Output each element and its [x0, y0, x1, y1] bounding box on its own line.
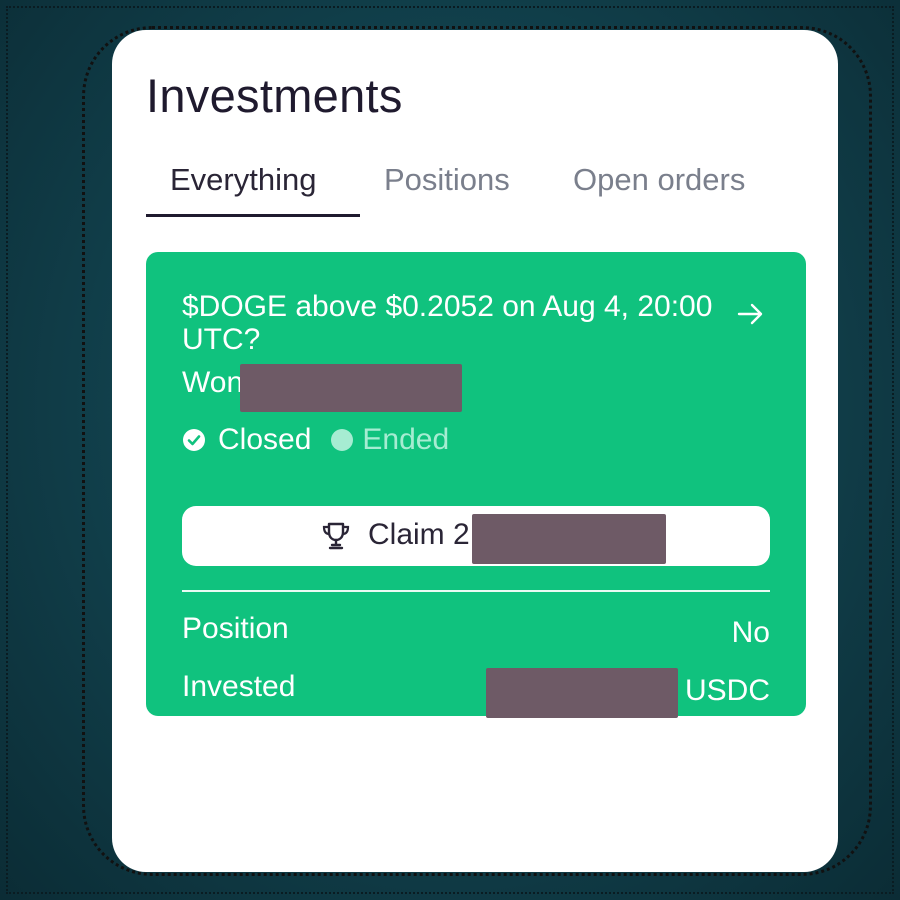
- market-question: $DOGE above $0.2052 on Aug 4, 20:00 UTC?: [182, 290, 713, 356]
- claim-label: Claim 2: [368, 518, 470, 551]
- check-circle-icon: [183, 429, 205, 451]
- closed-status: Closed: [218, 423, 312, 456]
- active-tab-underline: [146, 214, 360, 217]
- position-value: No: [731, 616, 770, 649]
- status-row: Closed Ended: [182, 420, 449, 460]
- ended-status: Ended: [362, 423, 450, 456]
- invested-unit: USDC: [684, 674, 770, 707]
- redaction-invested: [486, 668, 678, 718]
- trophy-icon: [322, 522, 350, 550]
- position-label: Position: [182, 612, 289, 645]
- tab-everything[interactable]: Everything: [170, 162, 316, 212]
- arrow-right-icon[interactable]: [736, 302, 766, 326]
- redaction-won: [240, 364, 462, 412]
- ended-dot-icon: [331, 429, 354, 451]
- tab-bar: Everything Positions Open orders: [146, 162, 806, 222]
- page-title: Investments: [146, 69, 403, 122]
- investment-card[interactable]: $DOGE above $0.2052 on Aug 4, 20:00 UTC?…: [146, 252, 806, 718]
- redaction-claim: [472, 514, 666, 564]
- investments-panel: Investments Everything Positions Open or…: [112, 30, 838, 872]
- tab-open-orders[interactable]: Open orders: [573, 162, 745, 212]
- card-divider: [182, 590, 770, 592]
- invested-label: Invested: [182, 670, 296, 703]
- tab-positions[interactable]: Positions: [384, 162, 510, 212]
- claim-button[interactable]: Claim 2: [182, 506, 770, 566]
